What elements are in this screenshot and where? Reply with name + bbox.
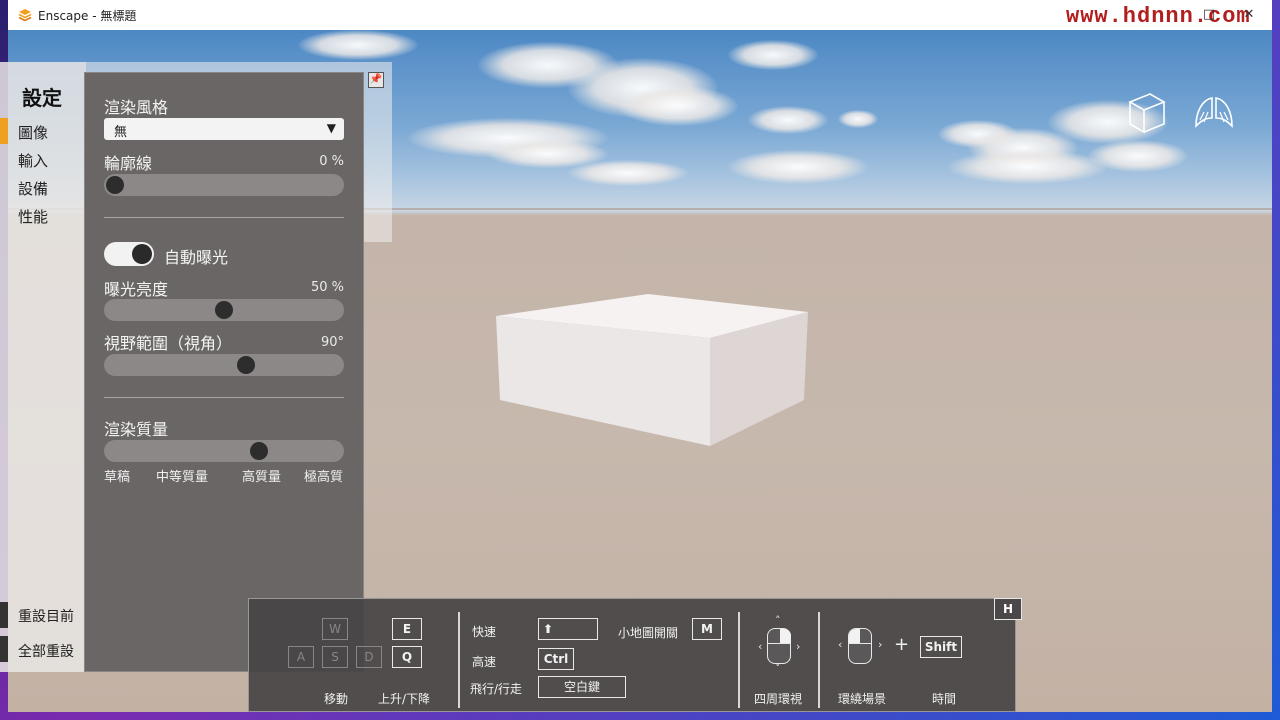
cloud <box>618 86 738 126</box>
nav-active-indicator <box>0 118 8 144</box>
key-a: A <box>288 646 314 668</box>
arrow-right-icon: › <box>796 640 801 653</box>
key-space: 空白鍵 <box>538 676 626 698</box>
cloud <box>948 150 1108 184</box>
mouse-divider <box>849 643 871 644</box>
quality-tick-ultra: 極高質 <box>304 470 344 485</box>
quality-tick-high: 高質量 <box>242 470 282 485</box>
key-shift: Shift <box>920 636 962 658</box>
outline-value: 0 % <box>319 154 344 169</box>
faster-label: 高速 <box>472 655 497 669</box>
maximize-button[interactable]: □ <box>1200 6 1218 24</box>
box-model[interactable] <box>488 292 828 452</box>
arrow-left-icon: ‹ <box>838 638 843 651</box>
window-title: Enscape - 無標題 <box>38 9 137 23</box>
fov-value: 90° <box>320 335 344 350</box>
key-w: W <box>322 618 348 640</box>
key-q: Q <box>392 646 422 668</box>
nav-item-device[interactable]: 設備 <box>18 178 48 199</box>
cloud <box>838 110 878 128</box>
mouse-divider <box>768 643 790 644</box>
title-bar: Enscape - 無標題 www.hdnnn.com □ ✕ <box>8 0 1272 30</box>
mouse-button <box>780 629 791 643</box>
look-around-label: 四周環視 <box>754 692 803 706</box>
close-button[interactable]: ✕ <box>1240 6 1258 24</box>
cloud <box>728 150 868 184</box>
arrow-up-icon: ˄ <box>775 614 781 627</box>
exposure-label: 曝光亮度 <box>104 280 169 299</box>
cloud <box>728 40 818 70</box>
nav-item-input[interactable]: 輸入 <box>18 150 48 171</box>
up-down-label: 上升/下降 <box>378 692 431 706</box>
auto-exposure-toggle[interactable] <box>104 242 154 266</box>
settings-title: 設定 <box>22 86 62 110</box>
key-ctrl: Ctrl <box>538 648 574 670</box>
cloud <box>298 30 418 60</box>
fast-label: 快速 <box>472 625 497 639</box>
enscape-logo-icon <box>18 9 32 22</box>
cloud <box>568 160 688 186</box>
hide-help-key[interactable]: H <box>994 598 1022 620</box>
outline-slider-knob[interactable] <box>106 176 124 194</box>
arrow-down-icon: ˅ <box>775 662 781 675</box>
time-label: 時間 <box>932 692 957 706</box>
arrow-left-icon: ‹ <box>758 640 763 653</box>
key-s: S <box>322 646 348 668</box>
plus-sign: + <box>894 634 910 655</box>
quality-slider[interactable] <box>104 440 344 462</box>
render-style-dropdown[interactable]: 無 ▼ <box>104 118 344 140</box>
key-d: D <box>356 646 382 668</box>
fov-slider-knob[interactable] <box>236 356 255 374</box>
fov-slider[interactable] <box>104 354 344 376</box>
render-style-value: 無 <box>114 125 128 140</box>
key-m: M <box>692 618 722 640</box>
wings-icon[interactable] <box>1192 90 1236 134</box>
watermark: www.hdnnn.com <box>1066 4 1251 29</box>
nav-item-image[interactable]: 圖像 <box>18 122 48 143</box>
reset-all-button[interactable]: 全部重設 <box>18 641 74 661</box>
mouse-right-drag-icon <box>767 628 791 664</box>
reset-current-indicator <box>0 602 8 628</box>
exposure-slider[interactable] <box>104 299 344 321</box>
arrow-right-icon: › <box>878 638 883 651</box>
key-e: E <box>392 618 422 640</box>
outline-label: 輪廓線 <box>104 154 153 173</box>
outline-slider[interactable] <box>104 174 344 196</box>
auto-exposure-label: 自動曝光 <box>164 248 229 267</box>
exposure-slider-knob[interactable] <box>215 301 233 319</box>
move-label: 移動 <box>324 692 349 706</box>
toggle-knob <box>132 244 152 264</box>
chevron-down-icon: ▼ <box>326 121 336 135</box>
quality-tick-draft: 草稿 <box>104 470 131 485</box>
view-cube-icon[interactable] <box>1124 90 1168 134</box>
separator <box>458 612 460 708</box>
cloud <box>748 106 828 134</box>
nav-item-performance[interactable]: 性能 <box>18 206 48 227</box>
exposure-value: 50 % <box>310 280 344 295</box>
separator <box>738 612 740 708</box>
orbit-label: 環繞場景 <box>838 692 887 706</box>
minimap-label: 小地圖開關 <box>618 626 679 640</box>
separator <box>818 612 820 708</box>
mouse-button <box>849 629 860 643</box>
divider <box>104 397 344 398</box>
pin-icon[interactable]: 📌 <box>368 72 384 88</box>
quality-tick-medium: 中等質量 <box>156 470 209 485</box>
key-shift-arrow: ⬆ <box>538 618 598 640</box>
reset-current-button[interactable]: 重設目前 <box>18 606 74 626</box>
quality-label: 渲染質量 <box>104 420 169 439</box>
quality-slider-knob[interactable] <box>249 442 268 460</box>
fly-walk-label: 飛行/行走 <box>470 682 523 696</box>
divider <box>104 217 344 218</box>
render-style-label: 渲染風格 <box>104 98 169 117</box>
fov-label: 視野範圍（視角） <box>104 334 233 353</box>
reset-all-indicator <box>0 636 8 662</box>
mouse-left-drag-icon <box>848 628 872 664</box>
